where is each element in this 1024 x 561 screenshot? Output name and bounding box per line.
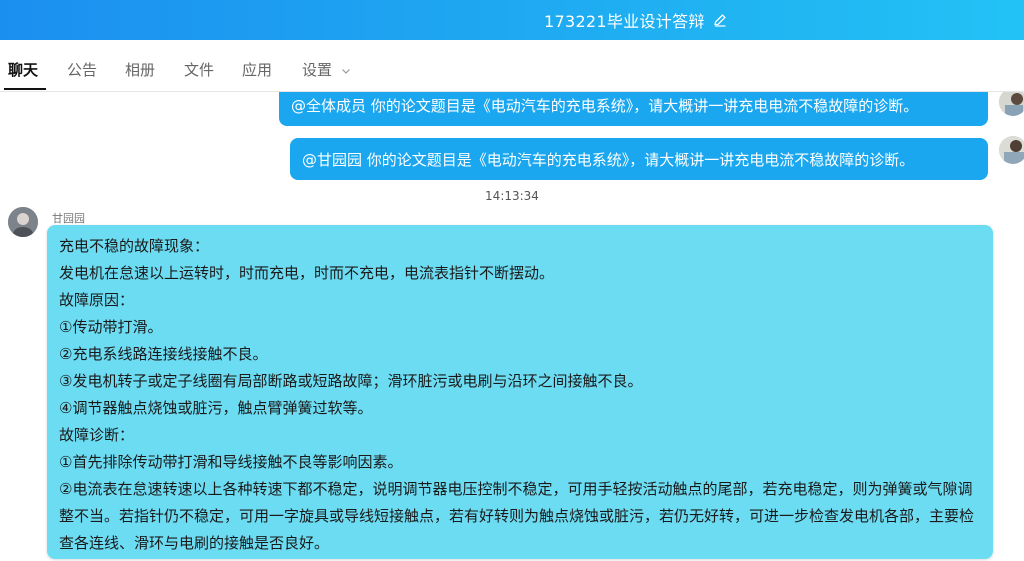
chat-area[interactable]: @全体成员 你的论文题目是《电动汽车的充电系统》，请大概讲一讲充电电流不稳故障的… — [0, 92, 1024, 561]
message-line: 故障诊断： — [59, 426, 135, 444]
pencil-icon[interactable] — [713, 13, 727, 27]
outgoing-message[interactable]: @甘园园 你的论文题目是《电动汽车的充电系统》，请大概讲一讲充电电流不稳故障的诊… — [290, 138, 988, 180]
tab-settings[interactable]: 设置 — [302, 40, 351, 92]
group-title[interactable]: 173221毕业设计答辩 — [544, 0, 727, 40]
sender-avatar-icon — [8, 207, 38, 237]
tab-settings-label: 设置 — [302, 61, 333, 79]
message-line: 故障原因： — [59, 291, 135, 309]
message-line: ③发电机转子或定子线圈有局部断路或短路故障；滑环脏污或电刷与沿环之间接触不良。 — [59, 372, 643, 390]
message-line: 充电不稳的故障现象： — [59, 237, 210, 255]
message-line: ①传动带打滑。 — [59, 318, 163, 336]
tab-apps[interactable]: 应用 — [242, 40, 272, 92]
message-line: ④调节器触点烧蚀或脏污，触点臂弹簧过软等。 — [59, 399, 373, 417]
incoming-message[interactable]: 充电不稳的故障现象： 发电机在怠速以上运转时，时而充电，时而不充电，电流表指针不… — [47, 225, 993, 559]
user-avatar-icon — [999, 136, 1024, 164]
message-line: ①首先排除传动带打滑和导线接触不良等影响因素。 — [59, 453, 403, 471]
sender-name: 甘园园 — [52, 212, 85, 225]
active-tab-indicator — [4, 88, 46, 90]
chevron-down-icon — [341, 68, 350, 74]
message-line: 发电机在怠速以上运转时，时而充电，时而不充电，电流表指针不断摆动。 — [59, 264, 555, 282]
avatar[interactable] — [999, 92, 1024, 116]
tab-album[interactable]: 相册 — [125, 40, 155, 92]
outgoing-message[interactable]: @全体成员 你的论文题目是《电动汽车的充电系统》，请大概讲一讲充电电流不稳故障的… — [279, 92, 988, 126]
avatar[interactable] — [999, 136, 1024, 164]
group-name[interactable]: 173221毕业设计答辩 — [544, 8, 705, 32]
message-paragraph: ②电流表在怠速转速以上各种转速下都不稳定，说明调节器电压控制不稳定，可用手轻按活… — [59, 480, 975, 552]
message-text: @全体成员 你的论文题目是《电动汽车的充电系统》，请大概讲一讲充电电流不稳故障的… — [291, 96, 919, 115]
tab-chat[interactable]: 聊天 — [8, 40, 38, 92]
message-line: ②充电系线路连接线接触不良。 — [59, 345, 268, 363]
tab-announcements[interactable]: 公告 — [67, 40, 97, 92]
message-timestamp: 14:13:34 — [485, 189, 539, 203]
message-text: @甘园园 你的论文题目是《电动汽车的充电系统》，请大概讲一讲充电电流不稳故障的诊… — [302, 150, 915, 169]
avatar[interactable] — [8, 207, 38, 237]
tab-files[interactable]: 文件 — [184, 40, 214, 92]
title-bar: 173221毕业设计答辩 — [0, 0, 1024, 40]
tab-bar: 聊天 公告 相册 文件 应用 设置 — [0, 40, 1024, 92]
user-avatar-icon — [999, 92, 1024, 116]
